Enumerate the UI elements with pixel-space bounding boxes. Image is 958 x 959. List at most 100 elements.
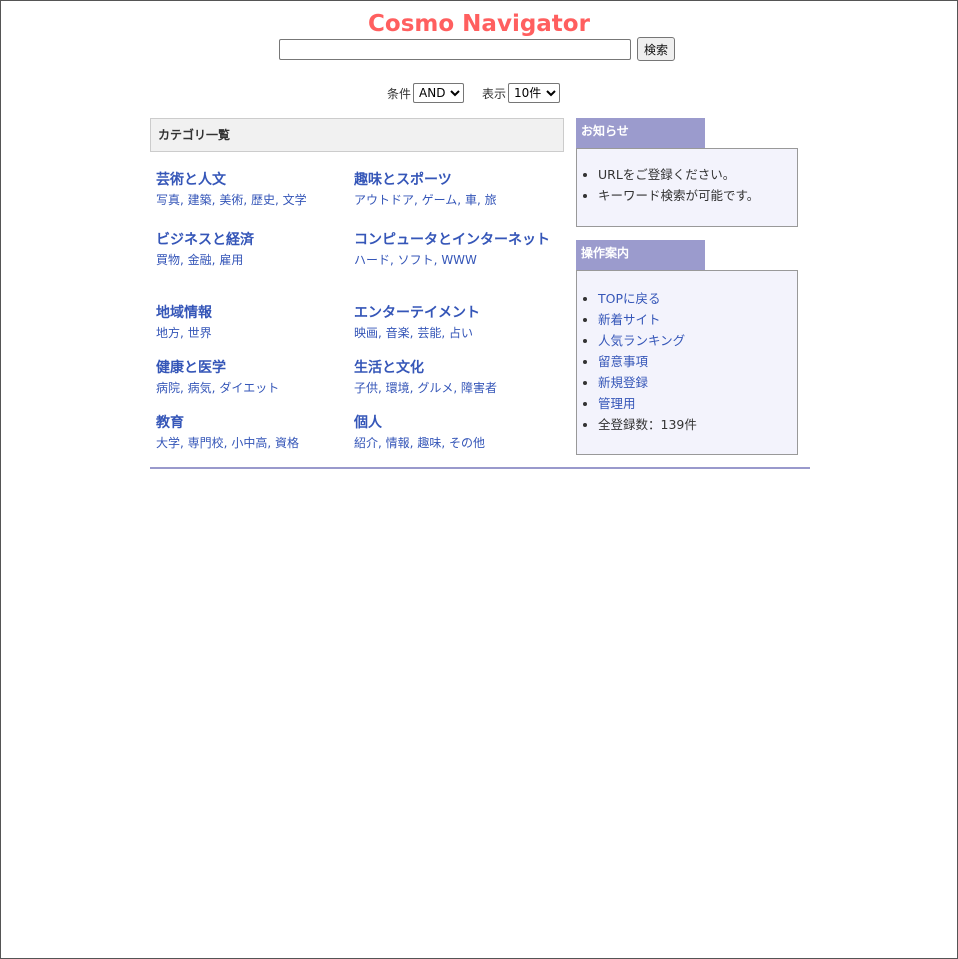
subcategory-link[interactable]: 建築 — [188, 193, 212, 207]
category-link[interactable]: 地域情報 — [156, 304, 348, 323]
guide-link-register[interactable]: 新規登録 — [598, 375, 648, 390]
notice-item: キーワード検索が可能です。 — [598, 185, 797, 206]
subcategory-link[interactable]: 趣味 — [417, 436, 441, 450]
subcategory-link[interactable]: 大学 — [156, 436, 180, 450]
separator: , — [390, 253, 398, 267]
subcategory-link[interactable]: 子供 — [354, 381, 378, 395]
subcategory-link[interactable]: ハード — [354, 253, 390, 267]
display-label: 表示 — [482, 86, 507, 101]
subcategory-list: 子供, 環境, グルメ, 障害者 — [354, 378, 550, 398]
subcategory-list: アウトドア, ゲーム, 車, 旅 — [354, 190, 550, 210]
condition-label: 条件 — [387, 86, 412, 101]
subcategory-link[interactable]: 美術 — [219, 193, 243, 207]
separator: , — [274, 193, 283, 207]
category-item: 個人 紹介, 情報, 趣味, その他 — [354, 414, 550, 453]
subcategory-link[interactable]: 芸能 — [417, 326, 441, 340]
category-link[interactable]: 教育 — [156, 414, 348, 433]
separator: , — [378, 326, 386, 340]
condition-select[interactable]: AND — [413, 83, 465, 103]
total-count: 全登録数：139件 — [598, 414, 797, 435]
subcategory-link[interactable]: 旅 — [485, 193, 497, 207]
separator: , — [378, 436, 386, 450]
subcategory-link[interactable]: 情報 — [386, 436, 410, 450]
separator: , — [267, 436, 275, 450]
subcategory-link[interactable]: 車 — [465, 193, 477, 207]
subcategory-link[interactable]: 映画 — [354, 326, 378, 340]
subcategory-link[interactable]: 雇用 — [219, 253, 243, 267]
search-bar: 検索 — [279, 37, 676, 61]
subcategory-link[interactable]: アウトドア — [354, 193, 414, 207]
guide-link-ranking[interactable]: 人気ランキング — [598, 333, 685, 348]
search-input[interactable] — [279, 38, 631, 60]
subcategory-list: 紹介, 情報, 趣味, その他 — [354, 433, 550, 453]
category-item: 健康と医学 病院, 病気, ダイエット — [156, 359, 348, 398]
subcategory-list: ハード, ソフト, WWW — [354, 250, 550, 270]
footer-divider — [150, 467, 810, 469]
subcategory-link[interactable]: 歴史 — [251, 193, 275, 207]
guide-panel-body: TOPに戻る 新着サイト 人気ランキング 留意事項 新規登録 管理用 全登録数：… — [576, 270, 798, 455]
guide-link-new-sites[interactable]: 新着サイト — [598, 312, 661, 327]
notice-item: URLをご登録ください。 — [598, 164, 797, 185]
category-link[interactable]: 芸術と人文 — [156, 171, 348, 190]
guide-link-admin[interactable]: 管理用 — [598, 396, 636, 411]
subcategory-link[interactable]: 占い — [449, 326, 473, 340]
display-count-select[interactable]: 10件 — [508, 83, 561, 103]
subcategory-link[interactable]: 地方 — [156, 326, 180, 340]
subcategory-link[interactable]: グルメ — [417, 381, 453, 395]
search-options: 条件 AND 表示 10件 — [387, 83, 561, 103]
subcategory-link[interactable]: 金融 — [188, 253, 212, 267]
subcategory-link[interactable]: 小中高 — [231, 436, 267, 450]
subcategory-link[interactable]: 病気 — [188, 381, 212, 395]
category-item: 芸術と人文 写真, 建築, 美術, 歴史, 文学 — [156, 171, 348, 210]
separator: , — [441, 326, 449, 340]
subcategory-link[interactable]: 病院 — [156, 381, 180, 395]
subcategory-link[interactable]: WWW — [441, 253, 477, 267]
site-title: Cosmo Navigator — [368, 11, 590, 37]
subcategory-link[interactable]: 環境 — [386, 381, 410, 395]
subcategory-list: 地方, 世界 — [156, 323, 348, 343]
category-link[interactable]: コンピュータとインターネット — [354, 231, 550, 250]
subcategory-link[interactable]: 紹介 — [354, 436, 378, 450]
category-link[interactable]: 健康と医学 — [156, 359, 348, 378]
subcategory-link[interactable]: 写真 — [156, 193, 180, 207]
separator: , — [457, 193, 465, 207]
subcategory-link[interactable]: 音楽 — [386, 326, 410, 340]
category-link[interactable]: ビジネスと経済 — [156, 231, 348, 250]
separator: , — [453, 381, 461, 395]
guide-link-notes[interactable]: 留意事項 — [598, 354, 648, 369]
subcategory-link[interactable]: ゲーム — [422, 193, 458, 207]
subcategory-link[interactable]: 資格 — [275, 436, 299, 450]
subcategory-list: 写真, 建築, 美術, 歴史, 文学 — [156, 190, 348, 210]
separator: , — [476, 193, 485, 207]
subcategory-link[interactable]: ソフト — [398, 253, 434, 267]
category-item: コンピュータとインターネット ハード, ソフト, WWW — [354, 231, 550, 270]
subcategory-link[interactable]: その他 — [449, 436, 485, 450]
separator: , — [180, 253, 188, 267]
subcategory-list: 買物, 金融, 雇用 — [156, 250, 348, 270]
subcategory-link[interactable]: 買物 — [156, 253, 180, 267]
separator: , — [180, 193, 188, 207]
subcategory-link[interactable]: 世界 — [188, 326, 212, 340]
separator: , — [180, 381, 188, 395]
category-item: 地域情報 地方, 世界 — [156, 304, 348, 343]
search-button[interactable]: 検索 — [637, 37, 676, 61]
category-link[interactable]: 個人 — [354, 414, 550, 433]
separator: , — [414, 193, 422, 207]
category-link[interactable]: エンターテイメント — [354, 304, 550, 323]
category-list-heading: カテゴリ一覧 — [150, 118, 564, 152]
subcategory-link[interactable]: ダイエット — [219, 381, 279, 395]
category-link[interactable]: 生活と文化 — [354, 359, 550, 378]
subcategory-list: 大学, 専門校, 小中高, 資格 — [156, 433, 348, 453]
category-item: エンターテイメント 映画, 音楽, 芸能, 占い — [354, 304, 550, 343]
guide-panel: 操作案内 TOPに戻る 新着サイト 人気ランキング 留意事項 新規登録 管理用 … — [576, 240, 798, 455]
guide-link-top[interactable]: TOPに戻る — [598, 291, 661, 306]
separator: , — [180, 326, 188, 340]
subcategory-link[interactable]: 障害者 — [461, 381, 497, 395]
category-link[interactable]: 趣味とスポーツ — [354, 171, 550, 190]
notice-panel-body: URLをご登録ください。 キーワード検索が可能です。 — [576, 148, 798, 227]
notice-panel: お知らせ URLをご登録ください。 キーワード検索が可能です。 — [576, 118, 798, 227]
subcategory-link[interactable]: 文学 — [283, 193, 307, 207]
subcategory-link[interactable]: 専門校 — [188, 436, 224, 450]
separator: , — [243, 193, 251, 207]
subcategory-list: 映画, 音楽, 芸能, 占い — [354, 323, 550, 343]
